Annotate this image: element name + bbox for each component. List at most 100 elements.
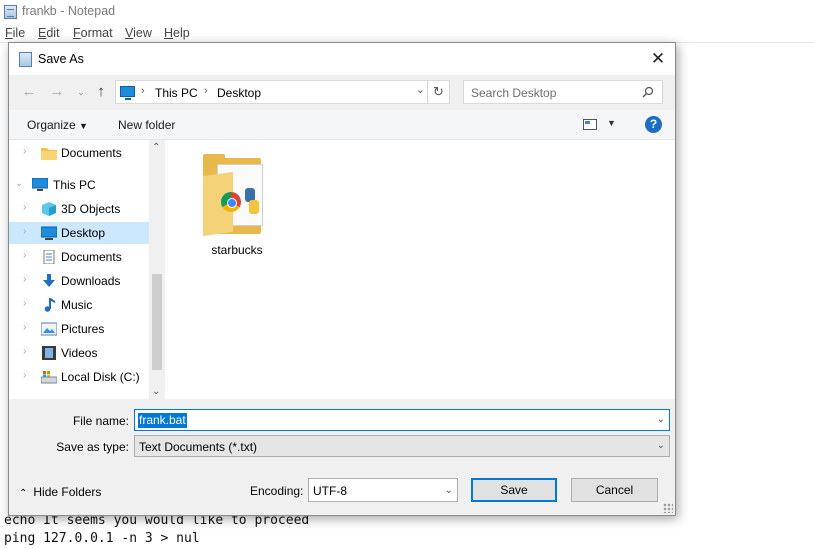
- caret-down-icon: ▼: [79, 121, 88, 131]
- chevron-down-icon[interactable]: ⌄: [416, 83, 425, 96]
- pictures-icon: [41, 322, 57, 336]
- encoding-value: UTF-8: [313, 484, 347, 498]
- sidebar-item-downloads[interactable]: › Downloads: [9, 270, 149, 292]
- sidebar-item-label: 3D Objects: [61, 202, 121, 216]
- chevron-down-icon[interactable]: ⌄: [152, 386, 160, 397]
- sidebar-item-local-disk[interactable]: › Local Disk (C:): [9, 366, 149, 388]
- menu-format[interactable]: Format: [73, 26, 113, 40]
- chevron-down-icon[interactable]: ⌄: [445, 485, 453, 496]
- new-folder-button[interactable]: New folder: [118, 118, 175, 132]
- chevron-down-icon[interactable]: ⌄: [15, 178, 23, 189]
- document-icon: [43, 250, 55, 264]
- breadcrumb-desktop[interactable]: Desktop: [217, 86, 261, 100]
- sidebar-item-label: Downloads: [61, 274, 121, 288]
- file-name-label: File name:: [72, 414, 129, 428]
- recent-locations-icon[interactable]: ⌄: [71, 81, 91, 103]
- sidebar-item-label: This PC: [53, 178, 96, 192]
- view-options-icon[interactable]: [583, 119, 597, 130]
- chevron-right-icon[interactable]: ›: [141, 85, 145, 97]
- sidebar-item-music[interactable]: › Music: [9, 294, 149, 316]
- sidebar-item-videos[interactable]: › Videos: [9, 342, 149, 364]
- caret-down-icon[interactable]: ▼: [607, 118, 616, 128]
- computer-icon: [120, 86, 135, 100]
- save-button[interactable]: Save: [471, 478, 557, 502]
- chevron-down-icon[interactable]: ⌄: [657, 440, 665, 451]
- notepad-titlebar: frankb - Notepad: [0, 0, 814, 24]
- sidebar-item-label: Local Disk (C:): [61, 370, 140, 384]
- chevron-right-icon[interactable]: ›: [23, 274, 26, 285]
- dialog-titlebar[interactable]: Save As ✕: [9, 43, 675, 75]
- sidebar-item-label: Documents: [61, 250, 122, 264]
- forward-arrow-icon[interactable]: →: [47, 81, 67, 103]
- hide-folders-button[interactable]: ⌃ Hide Folders: [19, 485, 101, 499]
- menu-edit[interactable]: Edit: [38, 26, 60, 40]
- breadcrumb-this-pc[interactable]: This PC: [155, 86, 198, 100]
- organize-button[interactable]: Organize ▼: [27, 118, 88, 132]
- organize-label: Organize: [27, 118, 76, 132]
- folder-icon: [41, 148, 57, 160]
- address-bar[interactable]: › This PC › Desktop ⌄ ↻: [115, 80, 450, 104]
- menu-view[interactable]: View: [125, 26, 152, 40]
- cube-icon: [42, 202, 56, 216]
- scrollbar-thumb[interactable]: [152, 274, 162, 370]
- chrome-icon: [221, 192, 241, 212]
- save-as-dialog: Save As ✕ ← → ⌄ ↑ › This PC › Desktop ⌄ …: [8, 42, 676, 516]
- search-input[interactable]: Search Desktop: [463, 80, 663, 104]
- up-arrow-icon[interactable]: ↑: [91, 81, 111, 103]
- resize-grip-icon[interactable]: [663, 503, 673, 513]
- file-list[interactable]: starbucks: [165, 140, 675, 399]
- sidebar-item-label: Videos: [61, 346, 98, 360]
- command-bar: Organize ▼ New folder ▼ ?: [9, 110, 675, 140]
- chevron-right-icon[interactable]: ›: [23, 202, 26, 213]
- sidebar-item-quick-documents[interactable]: › Documents: [9, 142, 149, 164]
- chevron-right-icon[interactable]: ›: [23, 146, 26, 157]
- encoding-select[interactable]: UTF-8 ⌄: [308, 478, 458, 502]
- menu-file[interactable]: File: [5, 26, 25, 40]
- encoding-label: Encoding:: [250, 484, 304, 498]
- sidebar-item-documents[interactable]: › Documents: [9, 246, 149, 268]
- chevron-up-icon[interactable]: ⌃: [152, 142, 160, 153]
- sidebar-item-this-pc[interactable]: ⌄ This PC: [9, 174, 149, 196]
- dialog-title: Save As: [38, 52, 84, 66]
- notepad-text-line[interactable]: ping 127.0.0.1 -n 3 > nul: [4, 531, 200, 546]
- python-icon-part: [249, 200, 259, 214]
- chevron-right-icon[interactable]: ›: [204, 85, 208, 97]
- nav-scrollbar[interactable]: ⌃ ⌄: [149, 140, 165, 399]
- hide-folders-label: Hide Folders: [33, 485, 102, 499]
- chevron-right-icon[interactable]: ›: [23, 322, 26, 333]
- videos-icon: [42, 346, 56, 360]
- folder-item[interactable]: starbucks: [201, 154, 273, 259]
- back-arrow-icon[interactable]: ←: [19, 81, 39, 103]
- search-icon: [642, 86, 654, 98]
- desktop-icon: [41, 226, 57, 240]
- chevron-right-icon[interactable]: ›: [23, 226, 26, 237]
- chevron-up-icon: ⌃: [19, 488, 28, 499]
- sidebar-item-label: Desktop: [61, 226, 106, 240]
- notepad-menubar: File Edit Format View Help: [0, 24, 814, 43]
- cancel-button[interactable]: Cancel: [571, 478, 658, 502]
- folder-name: starbucks: [211, 243, 263, 257]
- navigation-pane[interactable]: › Documents ⌄ This PC › 3D Objects › Des…: [9, 140, 165, 399]
- close-button[interactable]: ✕: [641, 43, 675, 75]
- file-name-value[interactable]: frank.bat: [138, 413, 187, 428]
- chevron-right-icon[interactable]: ›: [23, 250, 26, 261]
- chevron-right-icon[interactable]: ›: [23, 370, 26, 381]
- save-as-type-label: Save as type:: [56, 440, 129, 454]
- file-name-input[interactable]: frank.bat ⌄: [134, 409, 670, 431]
- sidebar-item-pictures[interactable]: › Pictures: [9, 318, 149, 340]
- disk-icon: [41, 371, 57, 384]
- sidebar-item-label: Pictures: [61, 322, 105, 336]
- notepad-title: frankb - Notepad: [22, 4, 116, 18]
- music-icon: [44, 298, 55, 312]
- sidebar-item-desktop[interactable]: › Desktop: [9, 222, 149, 244]
- sidebar-item-3d-objects[interactable]: › 3D Objects: [9, 198, 149, 220]
- refresh-icon[interactable]: ↻: [427, 81, 449, 103]
- save-as-type-value: Text Documents (*.txt): [139, 440, 258, 454]
- notepad-icon: [4, 5, 17, 19]
- chevron-down-icon[interactable]: ⌄: [657, 414, 665, 425]
- chevron-right-icon[interactable]: ›: [23, 346, 26, 357]
- help-icon[interactable]: ?: [645, 116, 662, 133]
- save-as-type-select[interactable]: Text Documents (*.txt) ⌄: [134, 435, 670, 457]
- chevron-right-icon[interactable]: ›: [23, 298, 26, 309]
- menu-help[interactable]: Help: [164, 26, 190, 40]
